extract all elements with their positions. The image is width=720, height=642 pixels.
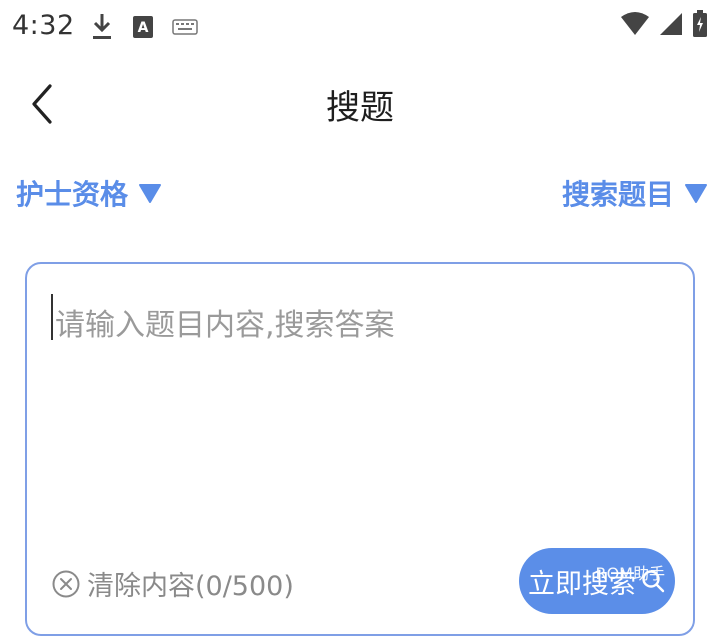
app-header: 搜题 (0, 54, 720, 150)
caret-down-icon (685, 184, 707, 203)
question-input-box[interactable]: 请输入题目内容,搜索答案 清除内容(0/500) 立即搜索 ROM助手 (25, 262, 695, 636)
clear-content-label: 清除内容(0/500) (87, 571, 294, 602)
download-icon (90, 12, 114, 46)
search-type-dropdown[interactable]: 搜索题目 (562, 173, 708, 213)
question-input-placeholder: 请输入题目内容,搜索答案 (55, 308, 395, 343)
keyboard-icon (172, 18, 198, 40)
clear-content-button[interactable]: 清除内容(0/500) (51, 564, 294, 603)
text-a-icon: A (132, 15, 154, 43)
category-dropdown[interactable]: 护士资格 (16, 173, 162, 213)
category-label: 护士资格 (16, 178, 129, 211)
clear-circle-icon (52, 570, 80, 597)
status-left-icons: A (90, 12, 198, 46)
signal-icon (658, 11, 684, 41)
search-type-label: 搜索题目 (561, 178, 674, 211)
battery-charging-icon (692, 10, 708, 42)
watermark-text: ROM助手 (595, 564, 665, 583)
text-cursor (51, 294, 53, 340)
caret-down-icon (139, 184, 162, 203)
search-question-screen: 4:32 A 搜题 护士资格 搜索题目 请输入题目内容,搜索答案 清除内容(0/… (0, 0, 720, 642)
status-time: 4:32 (12, 10, 75, 41)
status-bar: 4:32 A (0, 0, 720, 54)
wifi-icon (620, 11, 650, 41)
page-title: 搜题 (326, 88, 394, 128)
svg-text:A: A (138, 20, 149, 36)
status-right-icons (620, 10, 708, 42)
filter-row: 护士资格 搜索题目 (0, 165, 720, 225)
